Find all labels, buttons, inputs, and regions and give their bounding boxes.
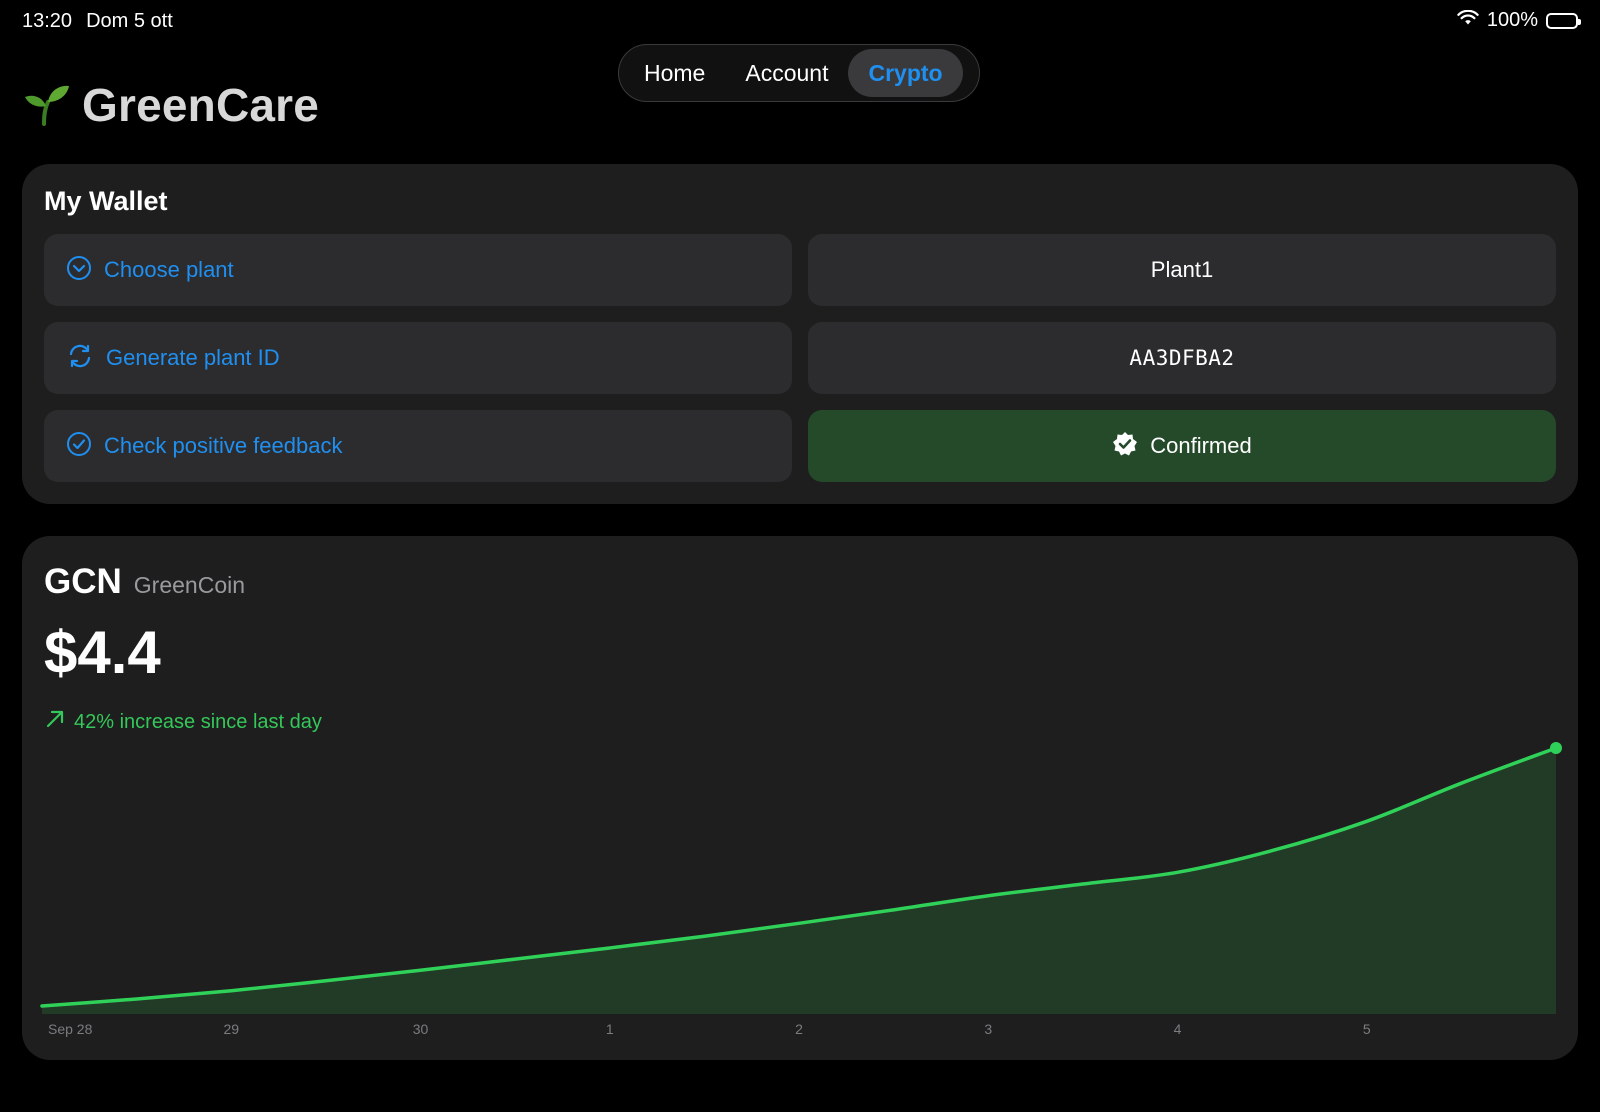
status-time: 13:20 — [22, 10, 73, 32]
tab-home[interactable]: Home — [624, 49, 725, 97]
brand-title: GreenCare — [82, 79, 320, 131]
main-tabs: Home Account Crypto — [618, 44, 980, 102]
status-bar-right: 100% — [1457, 9, 1581, 32]
sprout-icon — [24, 80, 70, 131]
choose-plant-button[interactable]: Choose plant — [44, 234, 792, 306]
generate-plant-id-button[interactable]: Generate plant ID — [44, 322, 792, 394]
chart-x-tick-label: 2 — [795, 1021, 803, 1037]
brand: GreenCare — [24, 78, 319, 132]
price-chart: Sep 28 29 30 1 2 3 4 5 — [40, 742, 1562, 1037]
check-feedback-button[interactable]: Check positive feedback — [44, 410, 792, 482]
plant-id: AA3DFBA2 — [1129, 346, 1235, 370]
tab-account[interactable]: Account — [725, 49, 848, 97]
feedback-status-label: Confirmed — [1150, 433, 1252, 458]
tab-crypto[interactable]: Crypto — [848, 49, 963, 97]
chart-area-fill — [42, 748, 1556, 1014]
plant-name: Plant1 — [1150, 257, 1214, 282]
chart-x-tick-label: 1 — [606, 1021, 614, 1037]
choose-plant-label: Choose plant — [104, 257, 234, 282]
chart-current-point — [1550, 742, 1562, 754]
crypto-screen: 13:20 Dom 5 ott 100% GreenCare Home Acco… — [0, 0, 1600, 1112]
chart-x-tick-label: 5 — [1363, 1021, 1371, 1037]
plant-id-value: AA3DFBA2 — [808, 322, 1556, 394]
wallet-title: My Wallet — [44, 186, 168, 216]
battery-percent: 100% — [1486, 9, 1538, 31]
wallet-card: My Wallet Choose plant Plant1 Generate p… — [22, 164, 1578, 504]
wifi-icon — [1457, 9, 1479, 32]
refresh-icon — [66, 343, 94, 374]
feedback-status: Confirmed — [808, 410, 1556, 482]
chart-x-tick-label: Sep 28 — [48, 1021, 93, 1037]
chart-x-tick-label: 29 — [223, 1021, 239, 1037]
chart-x-tick-label: 30 — [413, 1021, 429, 1037]
status-bar-left: 13:20 Dom 5 ott — [22, 10, 173, 33]
status-date: Dom 5 ott — [86, 10, 173, 32]
coin-card: GCN GreenCoin $4.4 42% increase since la… — [22, 536, 1578, 1060]
chart-x-tick-label: 3 — [984, 1021, 992, 1037]
chevron-down-circle-icon — [66, 255, 92, 286]
verified-badge-icon — [1112, 431, 1138, 462]
check-feedback-label: Check positive feedback — [104, 433, 343, 458]
generate-plant-id-label: Generate plant ID — [106, 345, 280, 370]
selected-plant-value: Plant1 — [808, 234, 1556, 306]
battery-icon — [1546, 12, 1581, 29]
chart-x-tick-label: 4 — [1174, 1021, 1182, 1037]
check-circle-icon — [66, 431, 92, 462]
